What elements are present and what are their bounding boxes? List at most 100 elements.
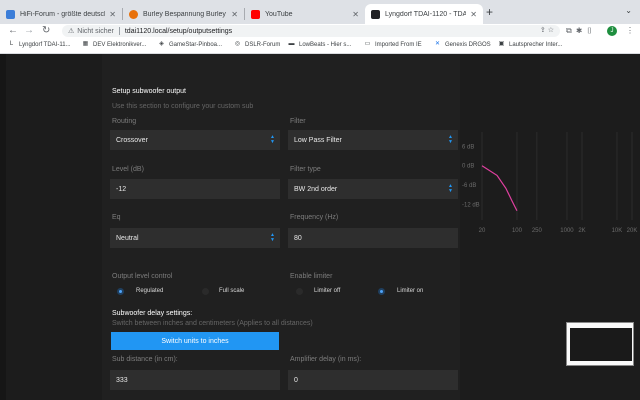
regulated-radio[interactable]: [117, 288, 124, 295]
thumbnail-preview: [570, 328, 632, 361]
amplifier-delay-value: 0: [294, 376, 298, 384]
bookmarks-bar: L Lyngdorf TDAI-11... ▦ DEV Elektronikver.…: [0, 38, 640, 54]
select-arrows-icon: ▲ ▼: [270, 134, 275, 145]
y-tick-label: -6 dB: [462, 183, 476, 189]
tab-title: Lyngdorf TDAI-1120 - TDAI-11: [385, 10, 467, 18]
output-level-control-label: Output level control: [112, 273, 173, 280]
browser-menu-icon[interactable]: ⋮: [626, 24, 634, 38]
tab-title: Burley Bespannung Burley Enc: [143, 10, 227, 18]
full-scale-label: Full scale: [219, 288, 245, 294]
tab-search-icon[interactable]: ⌄: [625, 6, 632, 15]
x-tick-label: 2K: [578, 228, 585, 234]
bookmark-label: LowBeats - Hier s...: [299, 41, 352, 48]
lautsprecher-icon: ▣: [498, 41, 505, 47]
lyngdorf-favicon-icon: [371, 9, 380, 19]
tab-lyngdorf[interactable]: Lyngdorf TDAI-1120 - TDAI-11 ✕: [365, 4, 483, 24]
close-icon[interactable]: ✕: [352, 10, 359, 19]
full-scale-radio[interactable]: [202, 288, 209, 295]
bookmark-label: Genexis DRGOS: [445, 41, 491, 48]
tab-hifi-forum[interactable]: HiFi-Forum - größte deutsche H ✕: [0, 4, 122, 24]
select-arrows-icon: ▲ ▼: [270, 232, 275, 243]
lowbeats-icon: ▬: [288, 41, 295, 47]
close-icon[interactable]: ✕: [231, 10, 238, 19]
filter-select[interactable]: Low Pass Filter ▲ ▼: [288, 130, 458, 150]
page-subtitle: Use this section to configure your custo…: [112, 103, 254, 110]
filter-value: Low Pass Filter: [294, 136, 342, 144]
extensions-icon[interactable]: ⧉ ✱ ▯: [566, 24, 593, 38]
bookmark-item[interactable]: ▭ Imported From IE: [364, 41, 422, 48]
frequency-label: Frequency (Hz): [290, 214, 339, 221]
bookmark-item[interactable]: L Lyngdorf TDAI-11...: [8, 41, 71, 48]
address-bar[interactable]: ⚠ Nicht sicher tdai1120.local/setup/outp…: [62, 25, 560, 37]
page-content: Setup subwoofer output Use this section …: [0, 54, 640, 400]
bookmark-item[interactable]: ▣ Lautsprecher Inter...: [498, 41, 563, 48]
bookmark-item[interactable]: ◎ DSLR-Forum: [234, 41, 280, 48]
bookmark-label: Imported From IE: [375, 41, 422, 48]
limiter-on-radio[interactable]: [378, 288, 385, 295]
tab-youtube[interactable]: YouTube ✕: [245, 4, 365, 24]
sub-distance-label: Sub distance (in cm):: [112, 356, 178, 363]
x-tick-label: 250: [532, 228, 543, 234]
level-input[interactable]: -12: [110, 179, 280, 199]
frequency-response-svg: 20 100 250 1000 2K 10K 20K 6 dB 0 dB -6 dB -12 dB: [462, 132, 637, 234]
amplifier-delay-input[interactable]: 0: [288, 370, 458, 390]
close-icon[interactable]: ✕: [470, 10, 477, 19]
close-icon[interactable]: ✕: [109, 10, 116, 19]
picture-in-picture-thumbnail[interactable]: [566, 322, 634, 366]
routing-select[interactable]: Crossover ▲ ▼: [110, 130, 280, 150]
share-icon[interactable]: ⇪ ☆: [540, 26, 554, 34]
page-title: Setup subwoofer output: [112, 88, 186, 95]
back-button[interactable]: ←: [8, 24, 18, 38]
bookmark-label: GameStar-Pinboa...: [169, 41, 223, 48]
bookmark-item[interactable]: ✕ Genexis DRGOS: [434, 41, 491, 48]
burley-favicon-icon: [129, 9, 138, 19]
regulated-label: Regulated: [136, 288, 164, 294]
response-curve: [481, 165, 518, 212]
url-text[interactable]: tdai1120.local/setup/outputsettings: [125, 28, 232, 35]
forward-button[interactable]: →: [24, 24, 34, 38]
limiter-on-label: Limiter on: [397, 288, 424, 294]
level-value: -12: [116, 185, 127, 193]
browser-toolbar: ← → ↻ ⚠ Nicht sicher tdai1120.local/setu…: [0, 24, 640, 38]
profile-avatar[interactable]: J: [607, 26, 617, 36]
tab-title: YouTube: [265, 10, 293, 18]
eq-select[interactable]: Neutral ▲ ▼: [110, 228, 280, 248]
filter-type-select[interactable]: BW 2nd order ▲ ▼: [288, 179, 458, 199]
bookmark-item[interactable]: ▦ DEV Elektronikver...: [82, 41, 147, 48]
youtube-favicon-icon: [251, 9, 260, 19]
bookmark-label: Lautsprecher Inter...: [509, 41, 563, 48]
security-label: Nicht sicher: [77, 27, 114, 35]
new-tab-button[interactable]: +: [486, 5, 493, 19]
frequency-input[interactable]: 80: [288, 228, 458, 248]
not-secure-warning-icon[interactable]: ⚠: [68, 27, 74, 35]
delay-title: Subwoofer delay settings:: [112, 310, 193, 317]
hifi-forum-favicon-icon: [6, 9, 15, 19]
limiter-off-radio[interactable]: [296, 288, 303, 295]
delay-subtitle: Switch between inches and centimeters (A…: [112, 320, 313, 327]
level-label: Level (dB): [112, 166, 144, 173]
reload-button[interactable]: ↻: [42, 24, 50, 38]
filter-label: Filter: [290, 118, 306, 125]
bookmark-item[interactable]: ▬ LowBeats - Hier s...: [288, 41, 352, 48]
eq-label: Eq: [112, 214, 121, 221]
amplifier-delay-label: Amplifier delay (in ms):: [290, 356, 362, 363]
lyngdorf-bookmark-icon: L: [9, 41, 14, 47]
dslr-forum-icon: ◎: [234, 41, 241, 47]
sub-distance-input[interactable]: 333: [110, 370, 280, 390]
bookmark-label: Lyngdorf TDAI-11...: [19, 41, 71, 48]
y-tick-label: -12 dB: [462, 202, 480, 208]
tab-burley[interactable]: Burley Bespannung Burley Enc ✕: [123, 4, 244, 24]
select-arrows-icon: ▲ ▼: [448, 183, 453, 194]
bookmark-item[interactable]: ◈ GameStar-Pinboa...: [158, 41, 222, 48]
frequency-response-chart: 20 100 250 1000 2K 10K 20K 6 dB 0 dB -6 dB -12 dB: [460, 124, 640, 244]
enable-limiter-label: Enable limiter: [290, 273, 333, 280]
eq-value: Neutral: [116, 234, 139, 242]
select-arrows-icon: ▲ ▼: [448, 134, 453, 145]
left-strip: [0, 54, 6, 400]
switch-units-button[interactable]: Switch units to inches: [111, 332, 279, 350]
sub-distance-value: 333: [116, 376, 128, 384]
limiter-off-label: Limiter off: [314, 288, 341, 294]
filter-type-value: BW 2nd order: [294, 185, 338, 193]
tab-strip: HiFi-Forum - größte deutsche H ✕ Burley …: [0, 0, 640, 24]
x-tick-label: 10K: [612, 228, 623, 234]
